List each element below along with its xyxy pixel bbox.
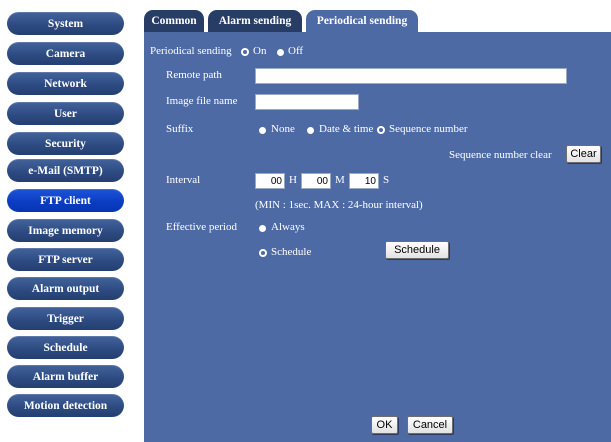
tab-label: Periodical sending — [316, 15, 408, 27]
sequence-number-clear-label: Sequence number clear — [449, 149, 552, 161]
ok-button[interactable]: OK — [371, 416, 398, 434]
minutes-unit-label: M — [335, 174, 345, 186]
schedule-button[interactable]: Schedule — [385, 241, 449, 259]
effective-always-label: Always — [271, 221, 305, 233]
cancel-button-label: Cancel — [412, 419, 448, 431]
sidebar-item-label: FTP client — [40, 194, 91, 207]
suffix-none-label: None — [271, 123, 295, 135]
periodical-on-label: On — [253, 45, 267, 57]
periodical-sending-label: Periodical sending — [150, 45, 232, 57]
sidebar-item-label: Schedule — [43, 341, 88, 354]
sidebar-item-label: Trigger — [47, 312, 84, 325]
seconds-unit-label: S — [383, 174, 390, 186]
ok-button-label: OK — [376, 419, 393, 431]
schedule-button-label: Schedule — [394, 244, 440, 256]
sidebar-item-ftp-client[interactable]: FTP client — [7, 189, 124, 212]
suffix-sequence-number-radio[interactable] — [377, 126, 385, 134]
tab-alarm-sending[interactable]: Alarm sending — [208, 10, 302, 32]
effective-always-radio[interactable] — [259, 225, 266, 232]
sidebar-item-label: Security — [45, 137, 86, 150]
sidebar-item-label: Network — [44, 77, 87, 90]
sidebar-item-trigger[interactable]: Trigger — [7, 307, 124, 330]
suffix-none-radio[interactable] — [259, 127, 266, 134]
remote-path-label: Remote path — [166, 69, 222, 81]
image-file-name-input[interactable] — [255, 94, 359, 110]
effective-schedule-label: Schedule — [271, 246, 312, 258]
sidebar-item-email-smtp[interactable]: e-Mail (SMTP) — [7, 159, 124, 182]
tab-label: Common — [151, 15, 197, 27]
settings-panel: Periodical sending On Off Remote path Im… — [144, 32, 611, 442]
hours-unit-label: H — [289, 174, 297, 186]
remote-path-input[interactable] — [255, 68, 567, 84]
sidebar-item-ftp-server[interactable]: FTP server — [7, 248, 124, 271]
clear-button-label: Clear — [570, 148, 597, 160]
sidebar-item-user[interactable]: User — [7, 102, 124, 125]
interval-minutes-input[interactable] — [301, 173, 331, 189]
sidebar-item-label: User — [54, 107, 77, 120]
sidebar-item-label: Camera — [45, 47, 86, 60]
suffix-label: Suffix — [166, 123, 194, 135]
sidebar-item-label: Alarm buffer — [32, 370, 99, 383]
periodical-off-radio[interactable] — [277, 49, 284, 56]
sidebar-item-system[interactable]: System — [7, 12, 124, 35]
interval-hours-input[interactable] — [255, 173, 285, 189]
tab-periodical-sending[interactable]: Periodical sending — [306, 10, 418, 32]
sidebar-item-label: Alarm output — [31, 282, 100, 295]
sidebar-item-camera[interactable]: Camera — [7, 42, 124, 65]
interval-range-note: (MIN : 1sec. MAX : 24-hour interval) — [255, 199, 423, 211]
sidebar-item-image-memory[interactable]: Image memory — [7, 219, 124, 242]
tab-label: Alarm sending — [218, 15, 292, 27]
sidebar-item-schedule[interactable]: Schedule — [7, 336, 124, 359]
tab-common[interactable]: Common — [144, 10, 204, 32]
interval-seconds-input[interactable] — [349, 173, 379, 189]
periodical-on-radio[interactable] — [241, 48, 249, 56]
clear-button[interactable]: Clear — [566, 145, 601, 163]
sidebar-item-alarm-buffer[interactable]: Alarm buffer — [7, 365, 124, 388]
cancel-button[interactable]: Cancel — [407, 416, 453, 434]
periodical-off-label: Off — [288, 45, 304, 57]
suffix-date-time-radio[interactable] — [307, 127, 314, 134]
tab-bar: Common Alarm sending Periodical sending — [137, 10, 611, 32]
sidebar-item-alarm-output[interactable]: Alarm output — [7, 277, 124, 300]
sidebar-item-label: Image memory — [28, 224, 103, 237]
suffix-sequence-number-label: Sequence number — [389, 123, 468, 135]
effective-period-label: Effective period — [166, 221, 237, 233]
sidebar-item-label: e-Mail (SMTP) — [28, 164, 103, 177]
sidebar-item-label: System — [47, 17, 84, 30]
image-file-name-label: Image file name — [166, 95, 238, 107]
sidebar-item-security[interactable]: Security — [7, 132, 124, 155]
interval-label: Interval — [166, 174, 201, 186]
sidebar-item-label: FTP server — [38, 253, 93, 266]
sidebar-item-motion-detection[interactable]: Motion detection — [7, 394, 124, 417]
effective-schedule-radio[interactable] — [259, 249, 267, 257]
sidebar-item-label: Motion detection — [23, 399, 108, 412]
sidebar: System Camera Network User Security e-Ma… — [0, 0, 137, 442]
sidebar-item-network[interactable]: Network — [7, 72, 124, 95]
suffix-date-time-label: Date & time — [319, 123, 374, 135]
